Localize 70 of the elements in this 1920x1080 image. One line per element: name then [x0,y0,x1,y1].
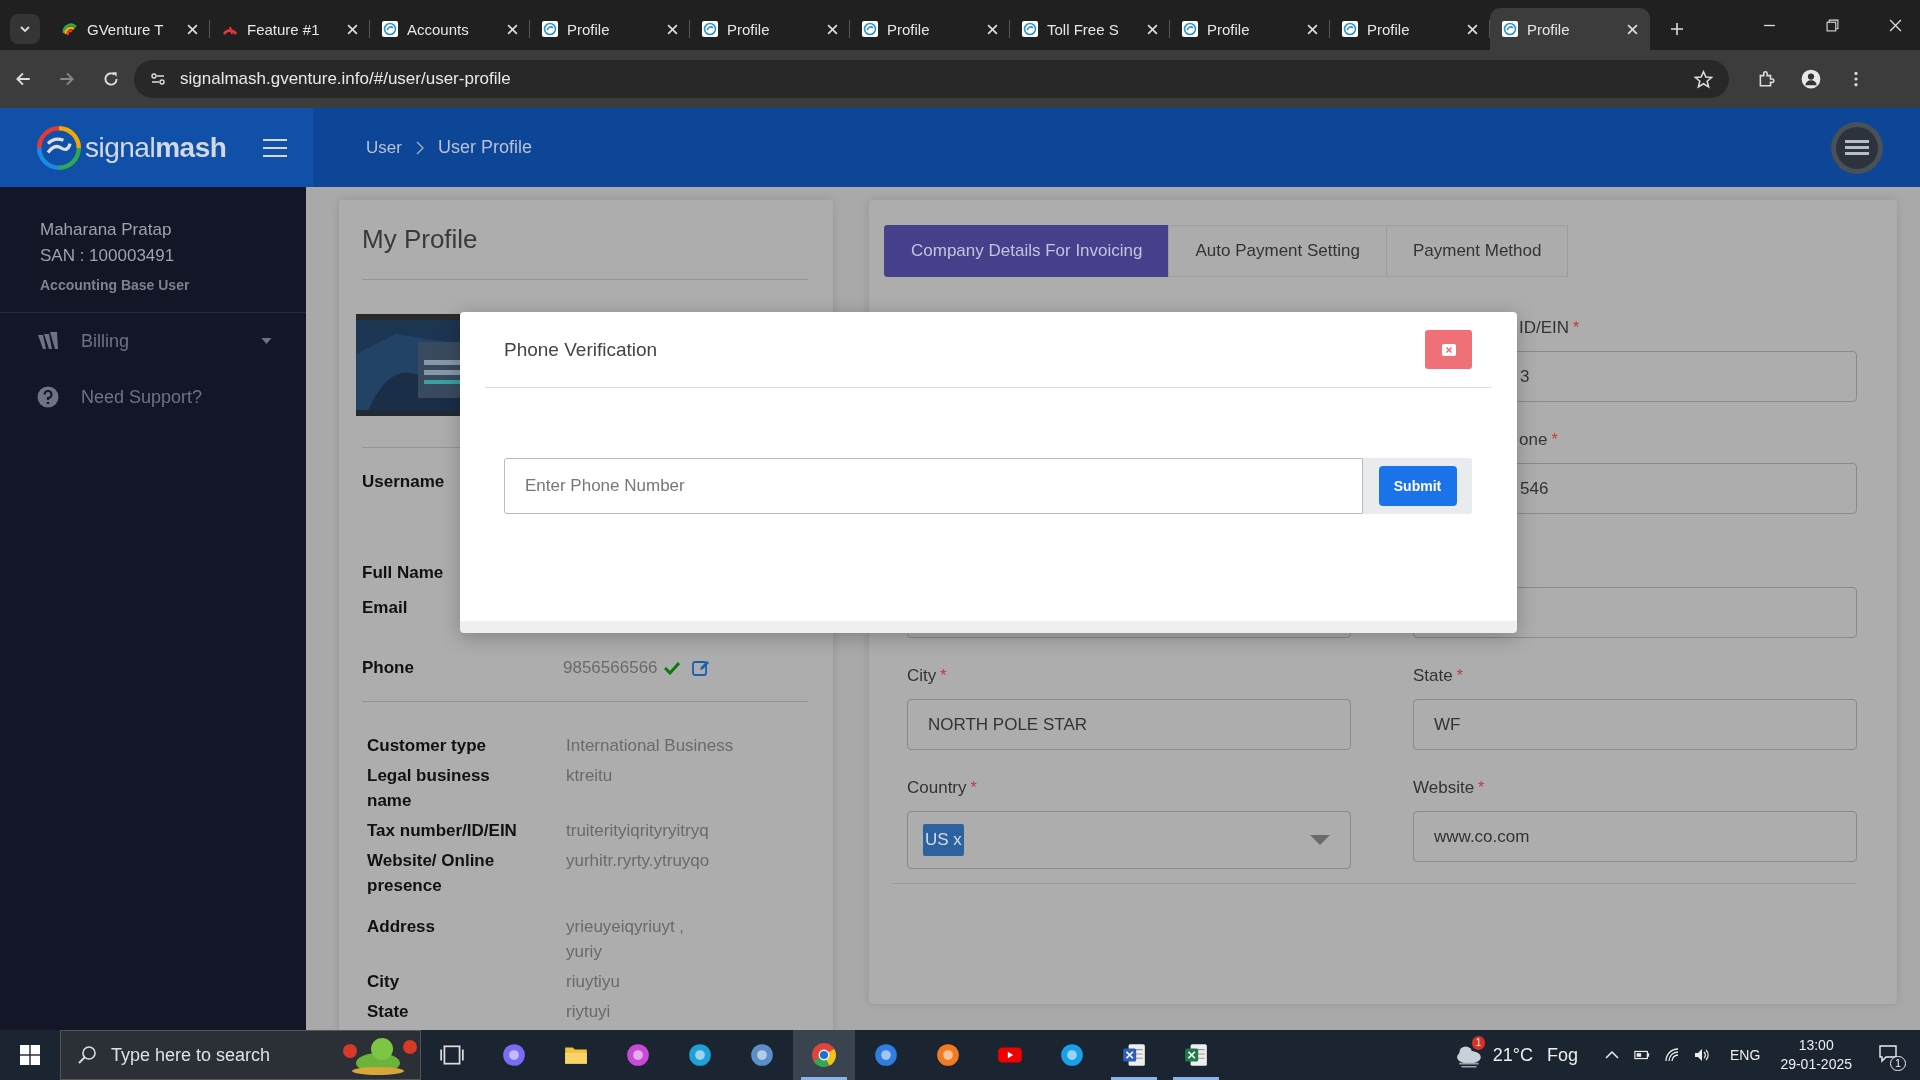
language-indicator[interactable]: ENG [1730,1047,1761,1063]
required-mark: * [1551,431,1558,448]
notification-badge: 1 [1471,1036,1486,1050]
logo: signalmash [85,131,227,164]
field-label: State [367,1001,410,1023]
submit-button[interactable]: Submit [1378,466,1457,506]
required-mark: * [1573,319,1580,336]
input-field[interactable]: www.co.com [1413,811,1857,862]
browser-tab[interactable]: Profile [1490,8,1650,50]
browser-tab[interactable]: Toll Free S [1010,8,1170,50]
breadcrumb-item: User Profile [437,137,532,158]
date: 29-01-2025 [1780,1055,1852,1074]
required-mark: * [940,667,947,684]
browser-tab[interactable]: Profile [530,8,690,50]
field-label: one [1519,430,1548,449]
required-mark: * [1456,667,1463,684]
card-title: My Profile [362,223,479,256]
browser-tab[interactable]: Profile [850,8,1010,50]
input-field[interactable]: WF [1413,699,1857,750]
field-label: Website/ Online presence [367,850,496,897]
field-label: Customer type [367,735,488,757]
field-label: Website [1413,778,1475,797]
field-label: Tax number/ID/EIN [367,820,518,842]
field-value: riuytiyu [566,971,620,993]
field-value: ktreitu [566,765,613,787]
field-label: Email [362,597,408,619]
required-mark: * [970,779,977,796]
notification-count: 1 [1889,1056,1906,1071]
browser-tab[interactable]: Accounts [370,8,530,50]
account-number: SAN : 100003491 [40,245,176,267]
field-value: yurhitr.ryrty.ytruyqo [566,850,710,872]
browser-tab[interactable]: Profile [1330,8,1490,50]
field-label: Username [362,471,445,493]
temperature[interactable]: 21°C [1492,1044,1533,1066]
browser-tab[interactable]: Profile [1170,8,1330,50]
field-label: Country [907,778,967,797]
weather-condition[interactable]: Fog [1547,1044,1579,1066]
browser-tab[interactable]: Feature #1 [210,8,370,50]
phone-number-field[interactable]: Enter Phone Number [504,458,1363,514]
field-label: State [1413,666,1453,685]
dialog-title: Phone Verification [504,338,658,361]
tag[interactable]: US x [923,824,964,856]
field-label: Address [367,916,437,938]
field-label: Legal business name [367,765,491,812]
sidebar-item[interactable]: Need Support? [0,369,272,425]
user-name: Maharana Pratap [40,219,173,241]
address-bar[interactable]: signalmash.gventure.info/#/user/user-profile [134,60,1729,98]
field-label: City [367,971,401,993]
field-label: Full Name [362,562,444,584]
tab[interactable]: Company Details For Invoicing [884,225,1170,277]
field-label: City [907,666,937,685]
tab[interactable]: Payment Method [1385,225,1569,277]
search-field[interactable]: Type here to search [60,1030,421,1080]
clock[interactable]: 13:00 29-01-2025 [1780,1036,1852,1074]
field-value: 9856566566 [563,657,658,679]
select-field[interactable]: US x [907,811,1351,869]
field-value: International Business [566,735,734,757]
required-mark: * [1478,779,1485,796]
sidebar-item[interactable]: Billing [0,313,272,369]
browser-tab[interactable]: Profile [690,8,850,50]
field-label: ID/EIN [1519,318,1570,337]
time: 13:00 [1798,1036,1834,1055]
tab[interactable]: Auto Payment Setting [1168,225,1387,277]
browser-tab[interactable]: GVenture T [50,8,210,50]
field-value: riytuyi [566,1001,611,1023]
field-label: Phone [362,657,414,679]
input-field[interactable]: NORTH POLE STAR [907,699,1351,750]
field-value: truiterityiqrityryitryq [566,820,709,842]
breadcrumb-item[interactable]: User [366,137,402,158]
user-role: Accounting Base User [40,276,191,295]
